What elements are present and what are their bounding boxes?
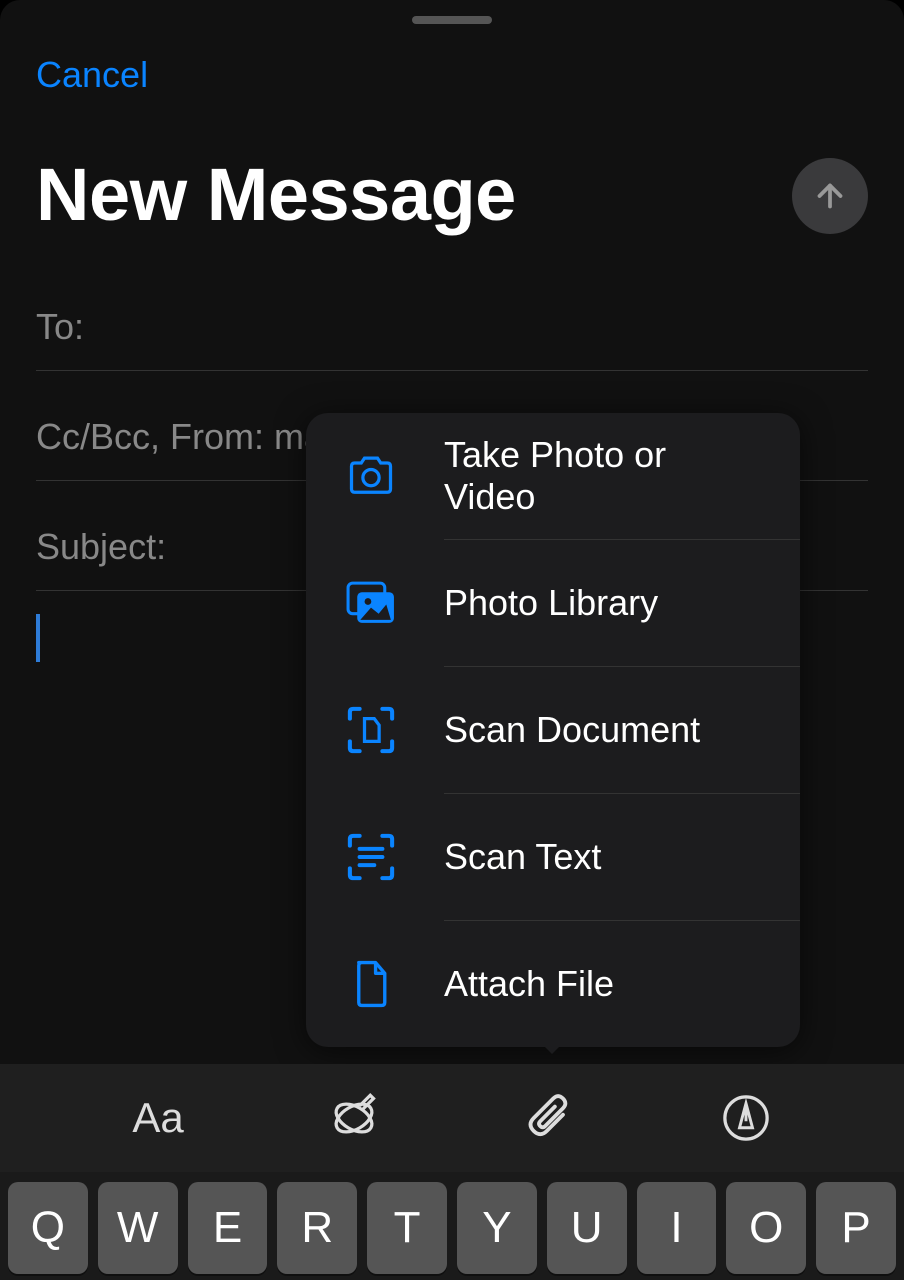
page-title: New Message [36,152,516,237]
text-cursor [36,614,40,662]
keyboard: Q W E R T Y U I O P [0,1172,904,1280]
arrow-up-icon [812,178,848,214]
cc-label: Cc/Bcc, From: [36,416,264,458]
key-u[interactable]: U [547,1182,627,1274]
format-toolbar: Aa [0,1064,904,1172]
compose-sheet: Cancel New Message To: Cc/Bcc, From: ma … [0,0,904,1280]
key-y[interactable]: Y [457,1182,537,1274]
key-p[interactable]: P [816,1182,896,1274]
key-o[interactable]: O [726,1182,806,1274]
markup-button[interactable] [716,1088,776,1148]
paperclip-icon [524,1092,576,1144]
scan-text-icon [345,831,397,883]
key-r[interactable]: R [277,1182,357,1274]
scan-document-icon [345,704,397,756]
to-field[interactable]: To: [36,306,868,371]
menu-label: Take Photo or Video [444,434,766,518]
camera-icon [345,450,397,502]
key-e[interactable]: E [188,1182,268,1274]
menu-item-photo-library[interactable]: Photo Library [306,540,800,666]
photo-library-icon [345,577,397,629]
file-icon [345,958,397,1010]
attachment-menu: Take Photo or Video Photo Library [306,413,800,1047]
aa-icon: Aa [132,1094,183,1142]
attachment-button[interactable] [520,1088,580,1148]
ai-compose-icon [328,1092,380,1144]
menu-item-scan-text[interactable]: Scan Text [306,794,800,920]
sheet-grabber[interactable] [412,16,492,24]
send-button[interactable] [792,158,868,234]
markup-icon [720,1092,772,1144]
key-i[interactable]: I [637,1182,717,1274]
menu-pointer [540,1042,564,1054]
key-w[interactable]: W [98,1182,178,1274]
to-label: To: [36,306,84,348]
key-q[interactable]: Q [8,1182,88,1274]
ai-compose-button[interactable] [324,1088,384,1148]
menu-item-scan-document[interactable]: Scan Document [306,667,800,793]
subject-label: Subject: [36,526,166,568]
key-t[interactable]: T [367,1182,447,1274]
menu-label: Attach File [444,963,614,1005]
cancel-button[interactable]: Cancel [36,54,148,96]
text-format-button[interactable]: Aa [128,1088,188,1148]
menu-item-attach-file[interactable]: Attach File [306,921,800,1047]
menu-label: Photo Library [444,582,658,624]
menu-label: Scan Text [444,836,601,878]
menu-item-take-photo[interactable]: Take Photo or Video [306,413,800,539]
menu-label: Scan Document [444,709,700,751]
